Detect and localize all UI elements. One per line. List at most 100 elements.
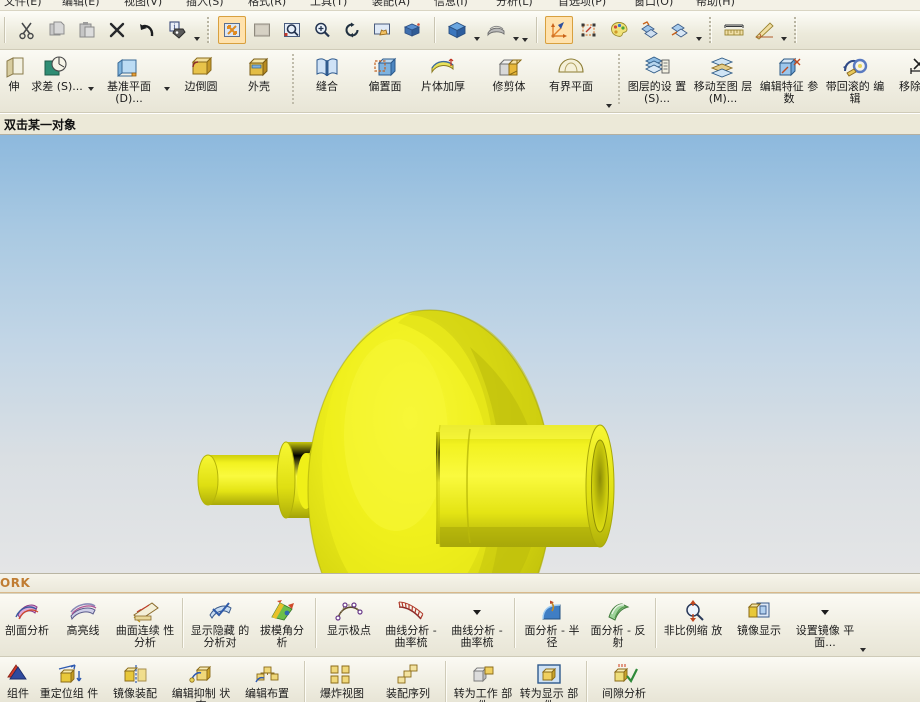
ribbon-button-move-to-layer[interactable]: 移动至图 层 (M)...	[690, 50, 756, 112]
ribbon-button-label: 伸	[8, 80, 20, 93]
edit-with-rollback-icon	[840, 54, 870, 80]
menu-item-assemblies[interactable]: 装配(A)	[372, 0, 410, 9]
menu-item-information[interactable]: 信息(I)	[434, 0, 468, 9]
ribbon-button-layer-settings[interactable]: 图层的设 置 (S)...	[624, 50, 690, 112]
delete-icon[interactable]	[103, 16, 131, 44]
ribbon-button-thicken-sheet[interactable]: 片体加厚	[414, 50, 472, 112]
ribbon-button-extrude[interactable]: 伸	[0, 50, 28, 112]
ribbon-button-label: 显示隐藏 的分析对	[190, 624, 250, 649]
nx-application-window: 文件(E) 编辑(E) 视图(V) 插入(S) 格式(R) 工具(T) 装配(A…	[0, 0, 920, 702]
ribbon-separator	[182, 598, 183, 648]
pan-icon[interactable]	[368, 16, 396, 44]
fit-view-icon[interactable]	[218, 16, 246, 44]
menu-item-window[interactable]: 窗口(O)	[634, 0, 673, 9]
zoom-window-icon[interactable]	[278, 16, 306, 44]
cad-model-yellow-shaft-disc-part[interactable]	[0, 135, 920, 573]
ribbon-button-edit-arrangement[interactable]: 编辑布置	[234, 657, 300, 702]
ribbon-button-reposition-component[interactable]: 重定位组 件	[36, 657, 102, 702]
menu-item-view[interactable]: 视图(V)	[124, 0, 162, 9]
ribbon-button-label: 转为工作 部件	[453, 687, 513, 702]
assembly-sequence-icon	[394, 661, 422, 687]
menu-item-format[interactable]: 格式(R)	[248, 0, 286, 9]
ribbon-button-trim-body[interactable]: 修剪体	[480, 50, 538, 112]
ribbon-button-subtract[interactable]: 求差 (S)...	[28, 50, 86, 112]
ribbon-button-highlight-line[interactable]: 高亮线	[54, 594, 112, 656]
measure-angle-icon[interactable]	[750, 16, 778, 44]
ribbon-button-make-work-part[interactable]: 转为工作 部件	[450, 657, 516, 702]
ribbon-separator	[445, 661, 446, 702]
ribbon-button-make-displayed-part[interactable]: 转为显示 部件	[516, 657, 582, 702]
ribbon-button-show-hidden-analysis[interactable]: 显示隐藏 的分析对	[187, 594, 253, 656]
ribbon-group-display-analysis: 显示隐藏 的分析对 拔模角分 析	[187, 594, 311, 654]
ribbon-button-curve-analysis-comb[interactable]: 曲线分析 - 曲率梳	[378, 594, 444, 656]
layer-visible-icon[interactable]	[635, 16, 663, 44]
paste-icon[interactable]	[73, 16, 101, 44]
ribbon-button-mirror-display[interactable]: 镜像显示	[726, 594, 792, 656]
ribbon-button-remove-parameters[interactable]: x 移除参数	[888, 50, 920, 112]
ribbon-button-edit-with-rollback[interactable]: 带回滚的 编辑	[822, 50, 888, 112]
wcs-origin-icon[interactable]	[575, 16, 603, 44]
zoom-in-icon[interactable]	[308, 16, 336, 44]
menu-item-tools[interactable]: 工具(T)	[310, 0, 347, 9]
ribbon-button-set-mirror-plane[interactable]: 设置镜像 平面...	[792, 594, 858, 656]
ribbon-button-section-analysis[interactable]: 剖面分析	[0, 594, 54, 656]
menu-item-insert[interactable]: 插入(S)	[186, 0, 224, 9]
ribbon-button-edge-blend[interactable]: 边倒圆	[172, 50, 230, 112]
ribbon-button-face-analysis-reflection[interactable]: 面分析 - 反射	[585, 594, 651, 656]
menu-item-file[interactable]: 文件(E)	[4, 0, 42, 9]
ribbon-button-exploded-view[interactable]: 爆炸视图	[309, 657, 375, 702]
info-object-icon[interactable]: i	[163, 16, 191, 44]
chevron-down-icon[interactable]	[162, 50, 172, 112]
ribbon-button-offset-face[interactable]: 偏置面	[356, 50, 414, 112]
toolbar-separator	[207, 17, 209, 43]
chevron-down-icon[interactable]	[858, 594, 868, 656]
chevron-down-icon[interactable]	[192, 15, 201, 46]
view-more-icon[interactable]	[520, 16, 529, 45]
ribbon-button-edit-feature-params[interactable]: 编辑特征 参数	[756, 50, 822, 112]
zoom-area-icon[interactable]	[248, 16, 276, 44]
ribbon-button-curve-analysis-comb-2[interactable]: 曲线分析 - 曲率梳	[444, 594, 510, 656]
chevron-down-icon[interactable]	[779, 15, 788, 46]
ribbon-button-face-analysis-radius[interactable]: 面分析 - 半径	[519, 594, 585, 656]
chevron-down-icon[interactable]	[511, 15, 520, 46]
ribbon-separator	[586, 661, 587, 702]
chevron-down-icon[interactable]	[472, 15, 481, 46]
ribbon-button-edit-suppression[interactable]: 编辑抑制 状态	[168, 657, 234, 702]
menu-item-preferences[interactable]: 首选项(P)	[558, 0, 606, 9]
layer-move-icon[interactable]	[665, 16, 693, 44]
undo-icon[interactable]	[133, 16, 161, 44]
chevron-down-icon[interactable]	[86, 50, 96, 112]
copy-icon[interactable]	[43, 16, 71, 44]
menu-item-edit[interactable]: 编辑(E)	[62, 0, 100, 9]
measure-distance-icon[interactable]	[720, 16, 748, 44]
cut-icon[interactable]	[13, 16, 41, 44]
menu-item-analysis[interactable]: 分析(L)	[496, 0, 533, 9]
toolbar-group-view	[214, 13, 430, 47]
ribbon-button-clearance-analysis[interactable]: 间隙分析	[591, 657, 657, 702]
menu-item-help[interactable]: 帮助(H)	[696, 0, 735, 9]
ribbon-button-non-uniform-scale[interactable]: 非比例缩 放	[660, 594, 726, 656]
ribbon-button-show-poles[interactable]: 显示极点	[320, 594, 378, 656]
ribbon-button-surface-continuity[interactable]: 曲面连续 性分析	[112, 594, 178, 656]
ribbon-button-draft-angle-analysis[interactable]: 拔模角分 析	[253, 594, 311, 656]
chevron-down-icon[interactable]	[694, 15, 703, 46]
shaded-face-icon[interactable]	[482, 16, 510, 44]
ribbon-button-add-component[interactable]: 组件	[0, 657, 36, 702]
shaded-cube-icon[interactable]	[443, 16, 471, 44]
ribbon-button-label: 片体加厚	[421, 80, 465, 93]
graphics-viewport[interactable]	[0, 135, 920, 573]
rotate-icon[interactable]	[338, 16, 366, 44]
non-uniform-scale-icon	[679, 598, 707, 624]
ribbon-button-label: 高亮线	[66, 624, 100, 637]
perspective-icon[interactable]	[398, 16, 426, 44]
wcs-icon[interactable]	[545, 16, 573, 44]
ribbon-separator	[514, 598, 515, 648]
ribbon-button-bounded-plane[interactable]: 有界平面	[538, 50, 604, 112]
ribbon-button-datum-plane[interactable]: 基准平面 (D)...	[96, 50, 162, 112]
ribbon-button-assembly-sequence[interactable]: 装配序列	[375, 657, 441, 702]
ribbon-button-sew[interactable]: 缝合	[298, 50, 356, 112]
chevron-down-icon[interactable]	[604, 50, 614, 112]
ribbon-button-mirror-assembly[interactable]: 镜像装配	[102, 657, 168, 702]
ribbon-button-shell[interactable]: 外壳	[230, 50, 288, 112]
palette-icon[interactable]	[605, 16, 633, 44]
